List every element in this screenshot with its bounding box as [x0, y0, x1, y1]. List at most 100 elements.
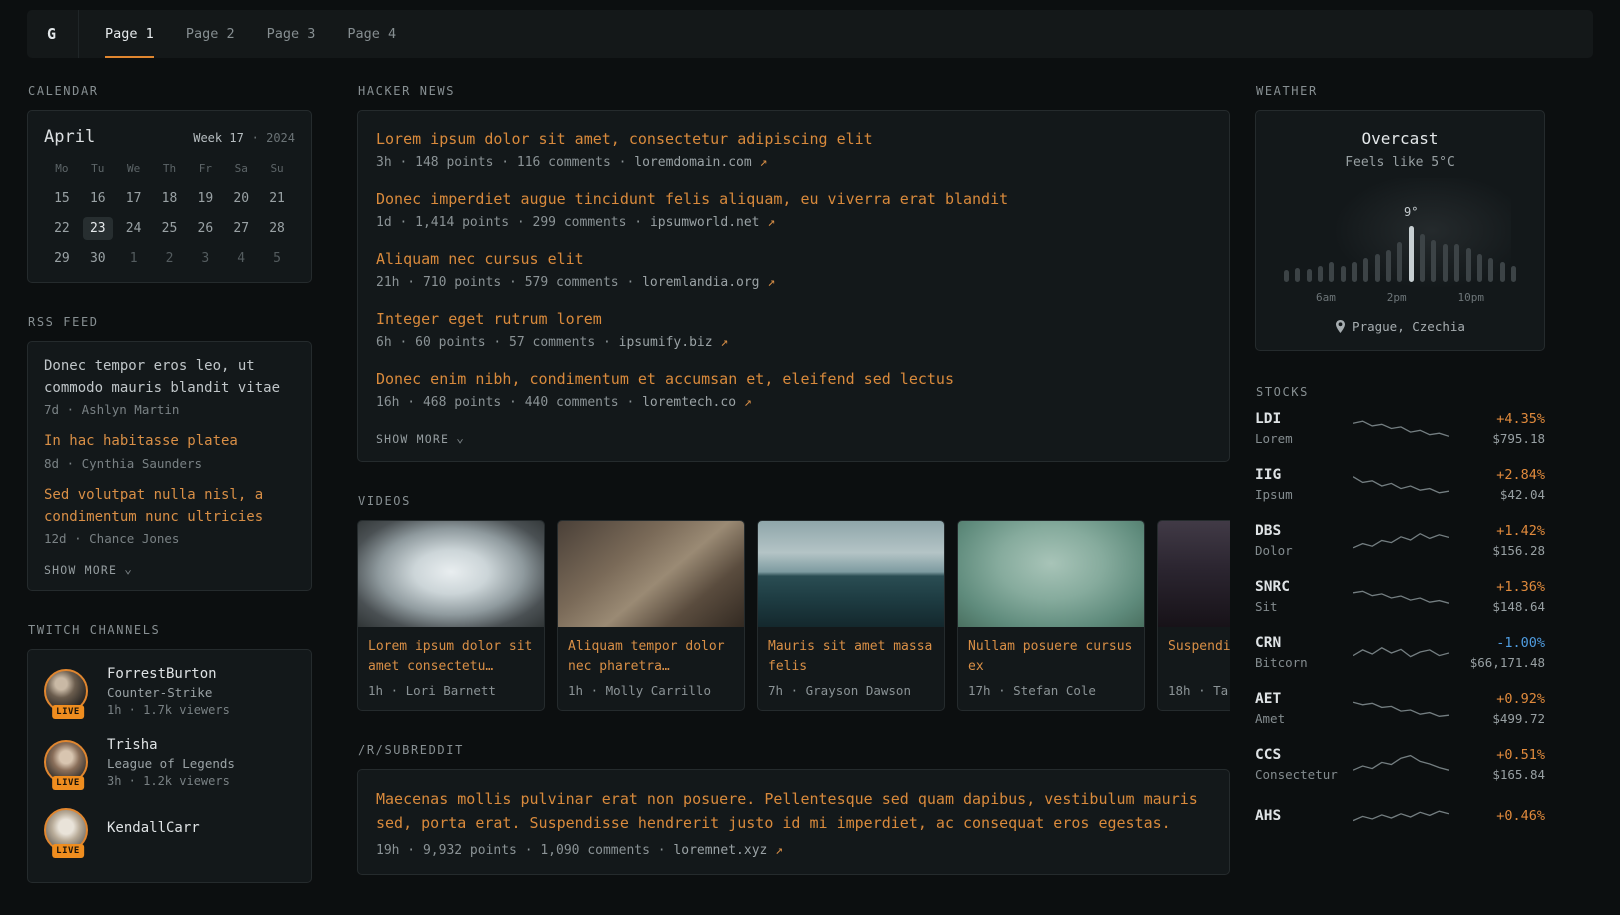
weather-condition: Overcast: [1272, 129, 1528, 148]
video-card[interactable]: Aliquam tempor dolor nec pharetra… 1h · …: [557, 520, 745, 711]
calendar-day: 25: [154, 217, 184, 240]
calendar-day-next-month: 2: [154, 247, 184, 270]
weather-hour-bar: 9°: [1409, 226, 1414, 282]
video-thumbnail[interactable]: [758, 521, 944, 627]
video-meta: 7h · Grayson Dawson: [758, 677, 944, 710]
stock-price: $148.64: [1451, 599, 1545, 614]
weather-hour-bar: [1466, 248, 1471, 282]
weather-card: Overcast Feels like 5°C 9° 6am 2pm 10pm …: [1255, 110, 1545, 351]
calendar-day-next-month: 4: [226, 247, 256, 270]
tab-page-2[interactable]: Page 2: [186, 10, 235, 58]
hn-domain-link[interactable]: ipsumify.biz: [619, 335, 713, 350]
weather-time-axis: 6am 2pm 10pm: [1284, 291, 1516, 304]
rss-headline-link[interactable]: Sed volutpat nulla nisl, a condimentum n…: [44, 485, 295, 528]
video-thumbnail[interactable]: [558, 521, 744, 627]
stock-name: Bitcorn: [1255, 655, 1351, 670]
hn-show-more-button[interactable]: SHOW MORE ⌄: [376, 431, 465, 446]
stock-identity: AET Amet: [1255, 691, 1351, 726]
stock-symbol: DBS: [1255, 523, 1351, 539]
stock-identity: CCS Consectetur: [1255, 747, 1351, 782]
hn-item-meta: 21h · 710 points · 579 comments · loreml…: [376, 275, 1211, 290]
twitch-channel-row[interactable]: LIVE KendallCarr: [44, 808, 295, 852]
stock-symbol: AHS: [1255, 808, 1351, 824]
stock-row: IIG Ipsum +2.84% $42.04: [1255, 467, 1545, 502]
stock-identity: IIG Ipsum: [1255, 467, 1351, 502]
calendar-day: 20: [226, 187, 256, 210]
video-thumbnail[interactable]: [958, 521, 1144, 627]
videos-row: Lorem ipsum dolor sit amet consectetu… 1…: [357, 520, 1230, 711]
calendar-day-next-month: 1: [119, 247, 149, 270]
hn-domain-link[interactable]: loremtech.co: [642, 395, 736, 410]
time-label: 6am: [1316, 291, 1336, 304]
stock-symbol: IIG: [1255, 467, 1351, 483]
dashboard-content: CALENDAR April Week 17 · 2024 Mo Tu We T…: [0, 58, 1620, 915]
hn-meta-stats: 16h · 468 points · 440 comments ·: [376, 395, 634, 410]
video-meta: 1h · Molly Carrillo: [558, 677, 744, 710]
rss-item: In hac habitasse platea 8d · Cynthia Sau…: [44, 431, 295, 471]
stock-identity: CRN Bitcorn: [1255, 635, 1351, 670]
weather-hour-bar: [1454, 244, 1459, 282]
channel-name: Trisha: [107, 737, 235, 753]
hackernews-card: Lorem ipsum dolor sit amet, consectetur …: [357, 110, 1230, 462]
weather-hour-bar: [1431, 240, 1436, 282]
hn-headline-link[interactable]: Donec enim nibh, condimentum et accumsan…: [376, 369, 1211, 390]
stock-name: Dolor: [1255, 543, 1351, 558]
hn-domain-link[interactable]: loremlandia.org: [642, 275, 759, 290]
rss-card: Donec tempor eros leo, ut commodo mauris…: [27, 341, 312, 591]
weather-hourly-chart: 9°: [1284, 196, 1516, 282]
tab-page-3[interactable]: Page 3: [267, 10, 316, 58]
weather-hour-bar: [1477, 254, 1482, 282]
stock-symbol: AET: [1255, 691, 1351, 707]
stock-name: Sit: [1255, 599, 1351, 614]
calendar-day: 29: [47, 247, 77, 270]
video-thumbnail[interactable]: [1158, 521, 1230, 627]
calendar-day: 22: [47, 217, 77, 240]
weather-hour-bar: [1386, 250, 1391, 282]
twitch-channel-row[interactable]: LIVE ForrestBurton Counter-Strike 1h · 1…: [44, 666, 295, 717]
rss-headline-link[interactable]: In hac habitasse platea: [44, 431, 295, 453]
hn-headline-link[interactable]: Donec imperdiet augue tincidunt felis al…: [376, 189, 1211, 210]
tab-page-1[interactable]: Page 1: [105, 10, 154, 58]
video-card[interactable]: Lorem ipsum dolor sit amet consectetu… 1…: [357, 520, 545, 711]
video-thumbnail[interactable]: [358, 521, 544, 627]
video-card[interactable]: Nullam posuere cursus ex 17h · Stefan Co…: [957, 520, 1145, 711]
calendar-day-next-month: 5: [262, 247, 292, 270]
weekday-label: Tu: [91, 162, 104, 175]
video-card[interactable]: Mauris sit amet massa felis 7h · Grayson…: [757, 520, 945, 711]
hn-domain-link[interactable]: ipsumworld.net: [650, 215, 760, 230]
stock-sparkline: [1351, 526, 1451, 556]
video-card[interactable]: Suspendisse diam 18h · Tara: [1157, 520, 1230, 711]
rss-show-more-button[interactable]: SHOW MORE ⌄: [44, 562, 133, 577]
stock-row: CRN Bitcorn -1.00% $66,171.48: [1255, 635, 1545, 670]
stock-row: AHS +0.46%: [1255, 803, 1545, 833]
hn-headline-link[interactable]: Aliquam nec cursus elit: [376, 249, 1211, 270]
weather-hour-bar: [1352, 262, 1357, 282]
calendar-widget: CALENDAR April Week 17 · 2024 Mo Tu We T…: [27, 84, 312, 283]
stock-price: $165.84: [1451, 767, 1545, 782]
hn-headline-link[interactable]: Lorem ipsum dolor sit amet, consectetur …: [376, 129, 1211, 150]
weather-hour-bar: [1397, 242, 1402, 282]
video-title[interactable]: Lorem ipsum dolor sit amet consectetu…: [358, 627, 544, 677]
video-title[interactable]: Aliquam tempor dolor nec pharetra…: [558, 627, 744, 677]
stock-identity: LDI Lorem: [1255, 411, 1351, 446]
hn-headline-link[interactable]: Integer eget rutrum lorem: [376, 309, 1211, 330]
stock-identity: SNRC Sit: [1255, 579, 1351, 614]
twitch-avatar-wrap: LIVE: [44, 740, 92, 784]
stock-symbol: SNRC: [1255, 579, 1351, 595]
stock-name: Lorem: [1255, 431, 1351, 446]
current-temp-label: 9°: [1404, 205, 1418, 219]
stock-price: $42.04: [1451, 487, 1545, 502]
rss-headline-link[interactable]: Donec tempor eros leo, ut commodo mauris…: [44, 356, 295, 399]
stock-values: +2.84% $42.04: [1451, 467, 1545, 502]
video-title[interactable]: Mauris sit amet massa felis: [758, 627, 944, 677]
weather-hour-bar: [1295, 268, 1300, 282]
weather-location-label: Prague, Czechia: [1352, 319, 1465, 334]
tab-page-4[interactable]: Page 4: [347, 10, 396, 58]
video-title[interactable]: Nullam posuere cursus ex: [958, 627, 1144, 677]
video-title[interactable]: Suspendisse diam: [1158, 627, 1230, 677]
post-domain-link[interactable]: loremnet.xyz: [673, 843, 767, 858]
stock-change: +0.46%: [1451, 808, 1545, 824]
hn-domain-link[interactable]: loremdomain.com: [634, 155, 751, 170]
post-headline-link[interactable]: Maecenas mollis pulvinar erat non posuer…: [376, 787, 1211, 837]
twitch-channel-row[interactable]: LIVE Trisha League of Legends 3h · 1.2k …: [44, 737, 295, 788]
